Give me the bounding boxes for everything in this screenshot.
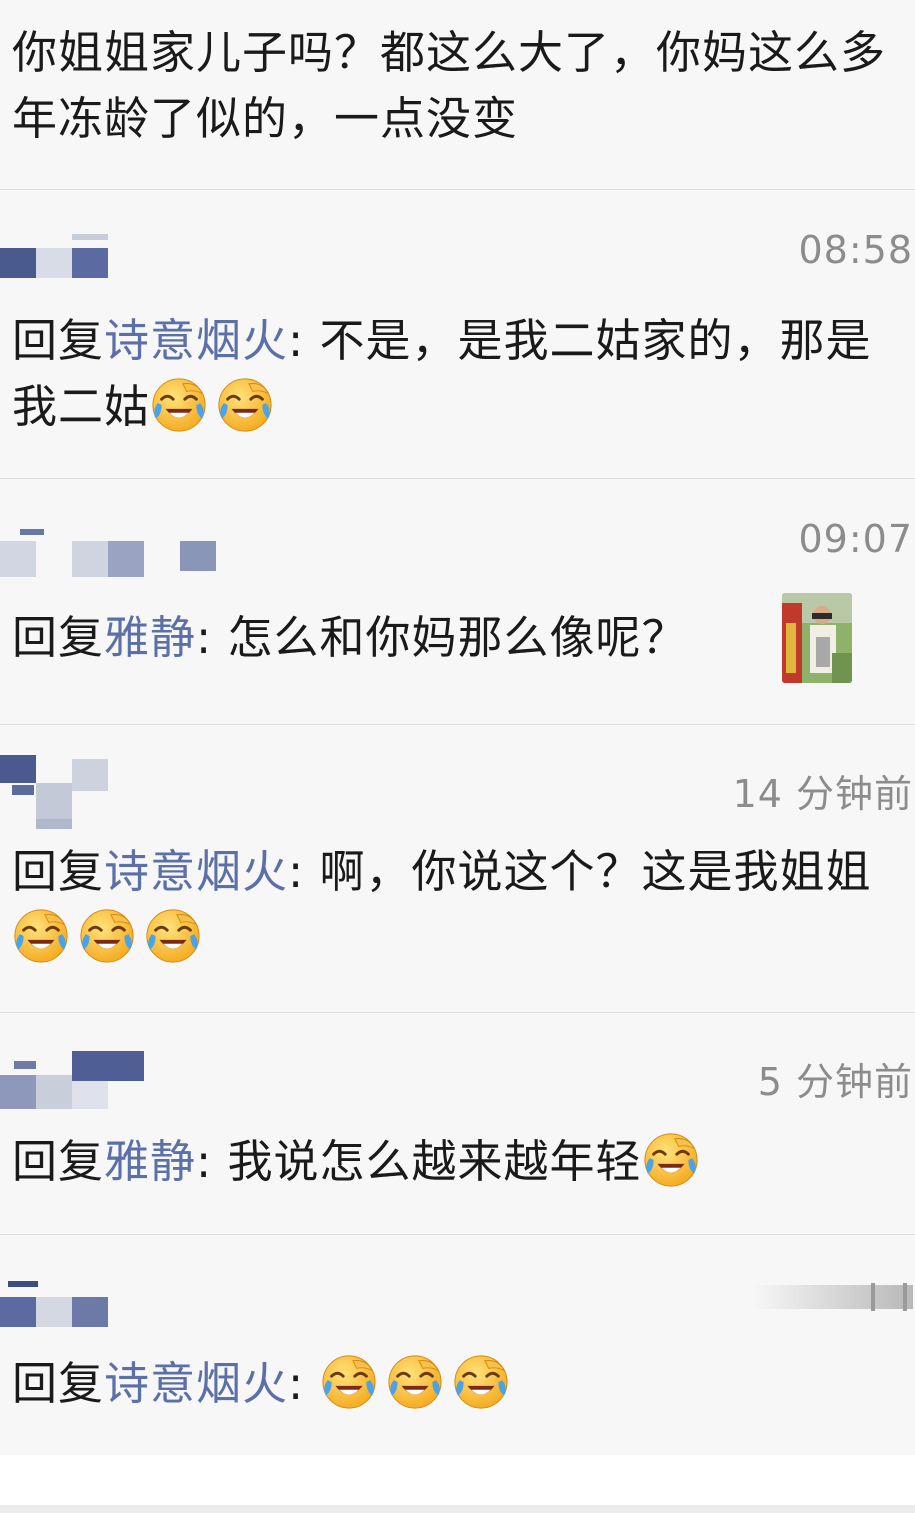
bottom-spacer <box>0 1455 915 1505</box>
pixelated-avatar[interactable] <box>0 755 230 845</box>
laughing-crying-emoji <box>387 1355 442 1409</box>
reply-prefix: 回复 <box>12 1357 105 1410</box>
reply-item[interactable]: 14 分钟前 回复诗意烟火: 啊，你说这个？这是我姐姐 <box>0 725 915 1013</box>
reply-body: : <box>288 1357 320 1410</box>
emoji-group <box>320 1355 518 1410</box>
photo-thumbnail-image <box>782 593 852 683</box>
laughing-crying-emoji <box>14 909 68 963</box>
reply-body: : 怎么和你妈那么像呢？ <box>196 611 688 664</box>
reply-item[interactable]: 回复诗意烟火: <box>0 1235 915 1455</box>
top-comment-text: 你姐姐家儿子吗？都这么大了，你妈这么多年冻龄了似的，一点没变 <box>12 26 887 145</box>
laughing-crying-emoji <box>453 1355 508 1409</box>
reply-prefix: 回复 <box>12 314 105 367</box>
reply-text: 回复诗意烟火: <box>12 1351 892 1417</box>
reply-username[interactable]: 雅静 <box>104 1135 196 1188</box>
pixelated-avatar[interactable] <box>0 519 230 609</box>
top-comment: 你姐姐家儿子吗？都这么大了，你妈这么多年冻龄了似的，一点没变 <box>0 0 915 190</box>
reply-prefix: 回复 <box>12 1135 105 1188</box>
blurred-timestamp <box>753 1279 913 1315</box>
reply-username[interactable]: 雅静 <box>104 611 196 664</box>
reply-prefix: 回复 <box>12 845 105 898</box>
reply-username[interactable]: 诗意烟火 <box>104 845 288 898</box>
reply-timestamp: 09:07 <box>798 517 913 561</box>
reply-body: : 我说怎么越来越年轻 <box>196 1135 642 1188</box>
reply-item[interactable]: 08:58 回复诗意烟火: 不是，是我二姑家的，那是我二姑 <box>0 190 915 479</box>
laughing-crying-emoji <box>218 378 272 432</box>
bottom-divider <box>0 1505 915 1513</box>
reply-timestamp: 08:58 <box>798 228 913 272</box>
emoji-group <box>642 1133 708 1188</box>
laughing-crying-emoji <box>146 909 200 963</box>
laughing-crying-emoji <box>152 378 206 432</box>
pixelated-avatar[interactable] <box>0 230 230 320</box>
laughing-crying-emoji <box>80 909 134 963</box>
reply-text: 回复诗意烟火: 啊，你说这个？这是我姐姐 <box>12 839 892 971</box>
reply-text: 回复雅静: 我说怎么越来越年轻 <box>12 1129 892 1195</box>
comment-thread: 你姐姐家儿子吗？都这么大了，你妈这么多年冻龄了似的，一点没变 08:58 回复诗… <box>0 0 915 1513</box>
reply-timestamp: 5 分钟前 <box>757 1060 913 1104</box>
reply-prefix: 回复 <box>12 611 105 664</box>
photo-thumbnail[interactable] <box>782 593 852 683</box>
reply-username[interactable]: 诗意烟火 <box>104 314 288 367</box>
reply-item[interactable]: 09:07 回复雅静: 怎么和你妈那么像呢？ <box>0 479 915 725</box>
pixelated-avatar[interactable] <box>0 1049 230 1139</box>
reply-item[interactable]: 5 分钟前 回复雅静: 我说怎么越来越年轻 <box>0 1013 915 1235</box>
reply-username[interactable]: 诗意烟火 <box>104 1357 288 1410</box>
reply-timestamp: 14 分钟前 <box>732 772 913 816</box>
emoji-group <box>150 378 282 433</box>
reply-body: : 啊，你说这个？这是我姐姐 <box>288 845 872 898</box>
laughing-crying-emoji <box>321 1355 376 1409</box>
reply-text: 回复诗意烟火: 不是，是我二姑家的，那是我二姑 <box>12 308 892 440</box>
emoji-group <box>12 909 210 964</box>
laughing-crying-emoji <box>643 1133 698 1187</box>
reply-text: 回复雅静: 怎么和你妈那么像呢？ <box>12 605 892 671</box>
